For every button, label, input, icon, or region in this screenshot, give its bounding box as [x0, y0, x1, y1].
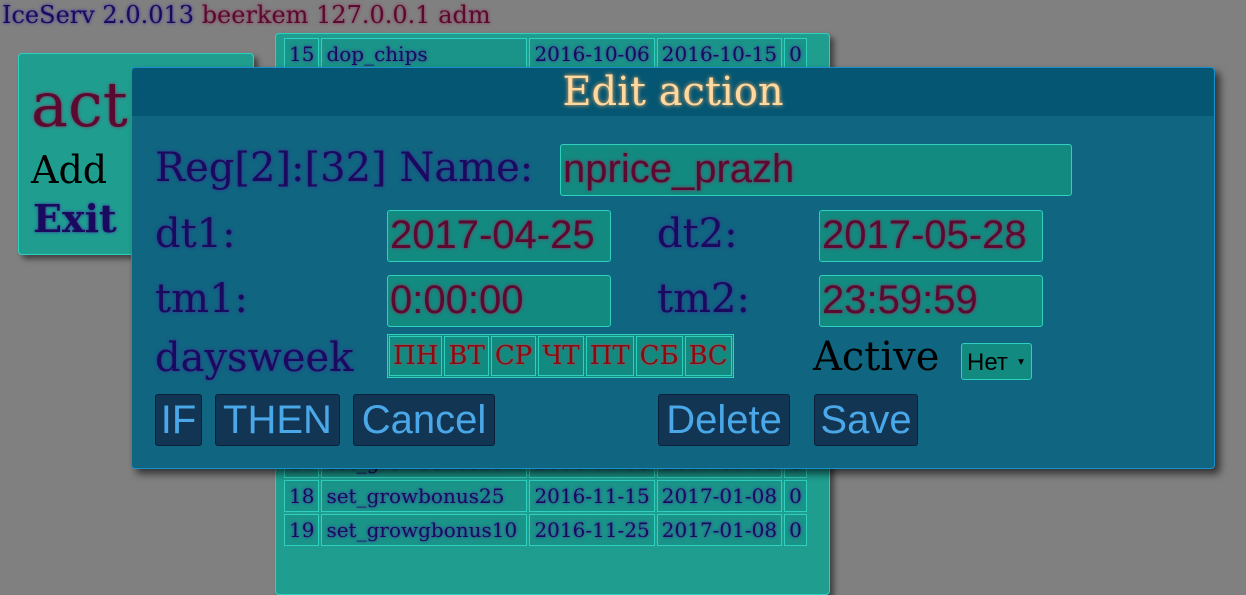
day-toggle[interactable]: ВС	[684, 336, 732, 376]
table-row[interactable]: 18 set_growbonus25 2016-11-15 2017-01-08 0	[284, 480, 808, 512]
dialog-title: Edit action	[562, 69, 784, 115]
status-cell: 0	[784, 514, 808, 546]
table-row[interactable]: 15 dop_chips 2016-10-06 2016-10-15 0	[284, 38, 808, 70]
row-id-cell: 15	[284, 38, 320, 70]
dt1-input[interactable]: 2017-04-25	[387, 210, 611, 262]
tm2-label: tm2:	[657, 276, 750, 322]
save-button[interactable]: Save	[814, 394, 918, 446]
app-header: IceServ 2.0.013 beerkem 127.0.0.1 adm	[2, 0, 491, 30]
name-label: Reg[2]:[32] Name:	[155, 145, 534, 191]
table-row[interactable]: 19 set_growgbonus10 2016-11-25 2017-01-08 0	[284, 514, 808, 546]
start-date-cell: 2016-11-15	[529, 480, 655, 512]
status-cell: 0	[784, 480, 808, 512]
daysweek-label: daysweek	[155, 335, 354, 381]
dt1-label: dt1:	[155, 211, 236, 257]
name-input[interactable]: nprice_prazh	[560, 144, 1072, 196]
active-select-value: Нет	[967, 349, 1008, 376]
tm2-input[interactable]: 23:59:59	[819, 275, 1043, 327]
day-toggle[interactable]: ВТ	[444, 336, 489, 376]
if-button[interactable]: IF	[155, 394, 202, 446]
status-cell: 0	[784, 38, 808, 70]
then-button[interactable]: THEN	[215, 394, 340, 446]
delete-button[interactable]: Delete	[658, 394, 790, 446]
action-name-cell: set_growbonus25	[321, 480, 528, 512]
session-info: beerkem 127.0.0.1 adm	[201, 1, 491, 29]
cancel-button[interactable]: Cancel	[353, 394, 495, 446]
end-date-cell: 2017-01-08	[656, 514, 783, 546]
dropdown-arrow-icon: ▼	[1016, 357, 1026, 368]
day-toggle[interactable]: ПТ	[585, 336, 634, 376]
tm1-input[interactable]: 0:00:00	[387, 275, 611, 327]
start-date-cell: 2016-11-25	[529, 514, 655, 546]
action-name-cell: dop_chips	[321, 38, 528, 70]
action-name-cell: set_growgbonus10	[321, 514, 528, 546]
tm1-label: tm1:	[155, 276, 248, 322]
row-id-cell: 18	[284, 480, 320, 512]
active-select[interactable]: Нет ▼	[961, 343, 1032, 380]
panel-title: act	[31, 68, 128, 141]
day-toggle[interactable]: СБ	[635, 336, 683, 376]
app-version: IceServ 2.0.013	[2, 1, 195, 29]
active-label: Active	[813, 334, 940, 380]
row-id-cell: 19	[284, 514, 320, 546]
daysweek-selector: ПН ВТ СР ЧТ ПТ СБ ВС	[387, 334, 734, 378]
start-date-cell: 2016-10-06	[529, 38, 655, 70]
exit-link[interactable]: Exit	[33, 196, 117, 241]
end-date-cell: 2017-01-08	[656, 480, 783, 512]
end-date-cell: 2016-10-15	[656, 38, 783, 70]
dialog-header: Edit action	[132, 68, 1214, 116]
dt2-input[interactable]: 2017-05-28	[819, 210, 1043, 262]
day-toggle[interactable]: ПН	[389, 336, 443, 376]
edit-action-dialog: Edit action Reg[2]:[32] Name: nprice_pra…	[131, 67, 1215, 469]
day-toggle[interactable]: СР	[490, 336, 537, 376]
add-link[interactable]: Add	[31, 148, 107, 192]
dt2-label: dt2:	[657, 211, 738, 257]
day-toggle[interactable]: ЧТ	[538, 336, 584, 376]
